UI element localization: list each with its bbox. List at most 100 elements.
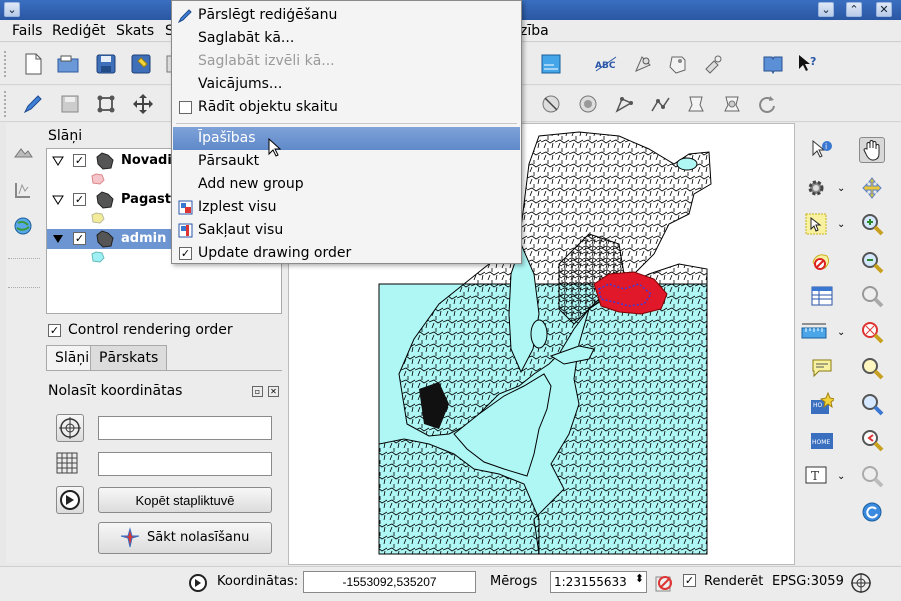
collapse-arrow-icon[interactable] <box>52 195 64 205</box>
menu-file[interactable]: Fails <box>12 23 42 39</box>
measure-line-icon[interactable] <box>801 319 827 345</box>
maximize-button[interactable]: ⌃ <box>846 2 862 17</box>
dropdown-arrow-icon[interactable]: ⌄ <box>837 471 845 482</box>
menu-item-toggle-editing[interactable]: Pārslēgt rediģēšanu <box>173 4 520 27</box>
menu-item-collapse-all[interactable]: Sakļaut visu <box>173 219 520 242</box>
coordinate-capture-title: Nolasīt koordinātas <box>48 383 183 399</box>
svg-text:T: T <box>811 469 819 483</box>
crs-globe-icon[interactable] <box>850 572 872 594</box>
merge-features-icon[interactable] <box>575 91 601 117</box>
save-as-icon[interactable] <box>128 51 154 77</box>
menu-item-rename[interactable]: Pārsaukt <box>173 150 520 173</box>
tab-overview[interactable]: Pārskats <box>90 345 168 371</box>
select-features-icon[interactable] <box>803 211 829 237</box>
layer-context-menu: Pārslēgt rediģēšanu Saglabāt kā... Sagla… <box>171 0 522 264</box>
menu-edit[interactable]: Rediģēt <box>52 23 105 39</box>
dropdown-arrow-icon[interactable]: ⌄ <box>837 327 845 338</box>
new-project-icon[interactable] <box>20 51 46 77</box>
plugin-tools-icon[interactable] <box>700 51 726 77</box>
polygon-layer-icon <box>96 152 114 170</box>
delete-ring-icon[interactable] <box>719 91 745 117</box>
track-mouse-button[interactable] <box>56 486 84 514</box>
zoom-to-layer-icon[interactable] <box>859 319 885 345</box>
crs-selector-button[interactable] <box>56 414 84 442</box>
refresh-map-icon[interactable] <box>859 499 885 525</box>
zoom-last-icon[interactable] <box>859 391 885 417</box>
show-bookmarks-icon[interactable]: HOME <box>809 427 835 453</box>
attribute-table-icon[interactable] <box>809 283 835 309</box>
copy-to-clipboard-button[interactable]: Kopēt stapliktuvē <box>98 487 272 513</box>
move-feature-icon[interactable] <box>130 91 156 117</box>
layer-visibility-checkbox[interactable]: ✓ <box>73 193 86 206</box>
start-capture-button[interactable]: Sākt nolasīšanu <box>98 522 272 554</box>
close-dock-icon[interactable]: ✕ <box>268 386 279 397</box>
zoom-to-selection-icon[interactable] <box>859 283 885 309</box>
menu-item-show-feature-count[interactable]: Rādīt objektu skaitu <box>173 96 520 119</box>
add-part-icon[interactable] <box>683 91 709 117</box>
dropdown-arrow-icon[interactable]: ⌄ <box>837 183 845 194</box>
collapse-arrow-icon[interactable] <box>52 156 64 166</box>
add-wms-icon[interactable] <box>10 213 36 239</box>
minimize-button[interactable]: ⌄ <box>818 2 834 17</box>
save-edits-icon[interactable] <box>57 91 83 117</box>
add-raster-icon[interactable] <box>10 139 36 165</box>
render-checkbox[interactable]: ✓ <box>683 574 696 587</box>
deselect-features-icon[interactable] <box>809 249 835 275</box>
layer-visibility-checkbox[interactable]: ✓ <box>73 232 86 245</box>
map-tips-icon[interactable] <box>809 355 835 381</box>
help-contents-icon[interactable] <box>760 51 786 77</box>
menu-item-query[interactable]: Vaicājums... <box>173 73 520 96</box>
menu-item-add-new-group[interactable]: Add new group <box>173 173 520 196</box>
zoom-next-icon[interactable] <box>859 427 885 453</box>
add-ring-icon[interactable] <box>647 91 673 117</box>
settings-icon[interactable] <box>803 175 829 201</box>
identify-icon[interactable]: i <box>809 137 835 163</box>
open-project-icon[interactable] <box>55 51 81 77</box>
label-abc-icon[interactable]: ABC <box>593 51 619 77</box>
scale-combobox[interactable]: 1:23155633 ⬍ <box>550 571 647 593</box>
window-menu-button[interactable]: ⌄ <box>4 2 20 17</box>
zoom-full-icon[interactable] <box>859 175 885 201</box>
spin-arrows-icon[interactable]: ⬍ <box>635 572 644 585</box>
menu-item-expand-all[interactable]: Izplest visu <box>173 196 520 219</box>
close-window-button[interactable]: ✕ <box>876 2 892 17</box>
collapse-arrow-icon[interactable] <box>52 234 64 244</box>
pan-map-icon[interactable] <box>859 137 885 163</box>
add-polygon-icon[interactable] <box>93 91 119 117</box>
text-annotation-icon[interactable]: T <box>803 463 829 489</box>
lake <box>676 157 698 171</box>
coordinate-field-2[interactable] <box>98 452 272 476</box>
zoom-actual-size-icon[interactable] <box>859 355 885 381</box>
menu-item-save-as[interactable]: Saglabāt kā... <box>173 27 520 50</box>
zoom-disabled-icon[interactable] <box>859 463 885 489</box>
tag-icon[interactable] <box>664 51 690 77</box>
coordinates-field[interactable] <box>303 571 476 593</box>
toggle-editing-icon[interactable] <box>20 91 46 117</box>
layer-name: admin <box>121 231 167 246</box>
toggle-extents-icon[interactable] <box>188 573 208 593</box>
float-dock-icon[interactable]: ▫ <box>252 386 263 397</box>
redo-icon[interactable] <box>754 91 780 117</box>
layer-visibility-checkbox[interactable]: ✓ <box>73 154 86 167</box>
menu-item-update-drawing-order[interactable]: ✓ Update drawing order <box>173 242 520 265</box>
measure-area-icon[interactable] <box>538 51 564 77</box>
menu-view[interactable]: Skats <box>116 23 154 39</box>
save-project-icon[interactable] <box>93 51 119 77</box>
toolbar-grip[interactable] <box>4 51 8 77</box>
add-vector-icon[interactable] <box>10 177 36 203</box>
dropdown-arrow-icon[interactable]: ⌄ <box>837 219 845 230</box>
toolbar-grip[interactable] <box>4 91 8 117</box>
split-features-icon[interactable] <box>538 91 564 117</box>
zoom-in-icon[interactable] <box>859 211 885 237</box>
stop-render-icon[interactable] <box>654 573 674 593</box>
zoom-out-icon[interactable] <box>859 249 885 275</box>
coordinate-field-1[interactable] <box>98 416 272 440</box>
whats-this-icon[interactable]: ? <box>795 51 821 77</box>
control-rendering-order-checkbox[interactable]: ✓ <box>48 324 61 337</box>
delete-part-icon[interactable] <box>611 91 637 117</box>
new-bookmark-icon[interactable]: HO <box>809 391 835 417</box>
menu-item-properties[interactable]: Īpašības <box>173 127 520 150</box>
crs-label[interactable]: EPSG:3059 <box>772 574 844 589</box>
pin-labels-icon[interactable] <box>630 51 656 77</box>
menu-help[interactable]: zība <box>520 23 549 39</box>
